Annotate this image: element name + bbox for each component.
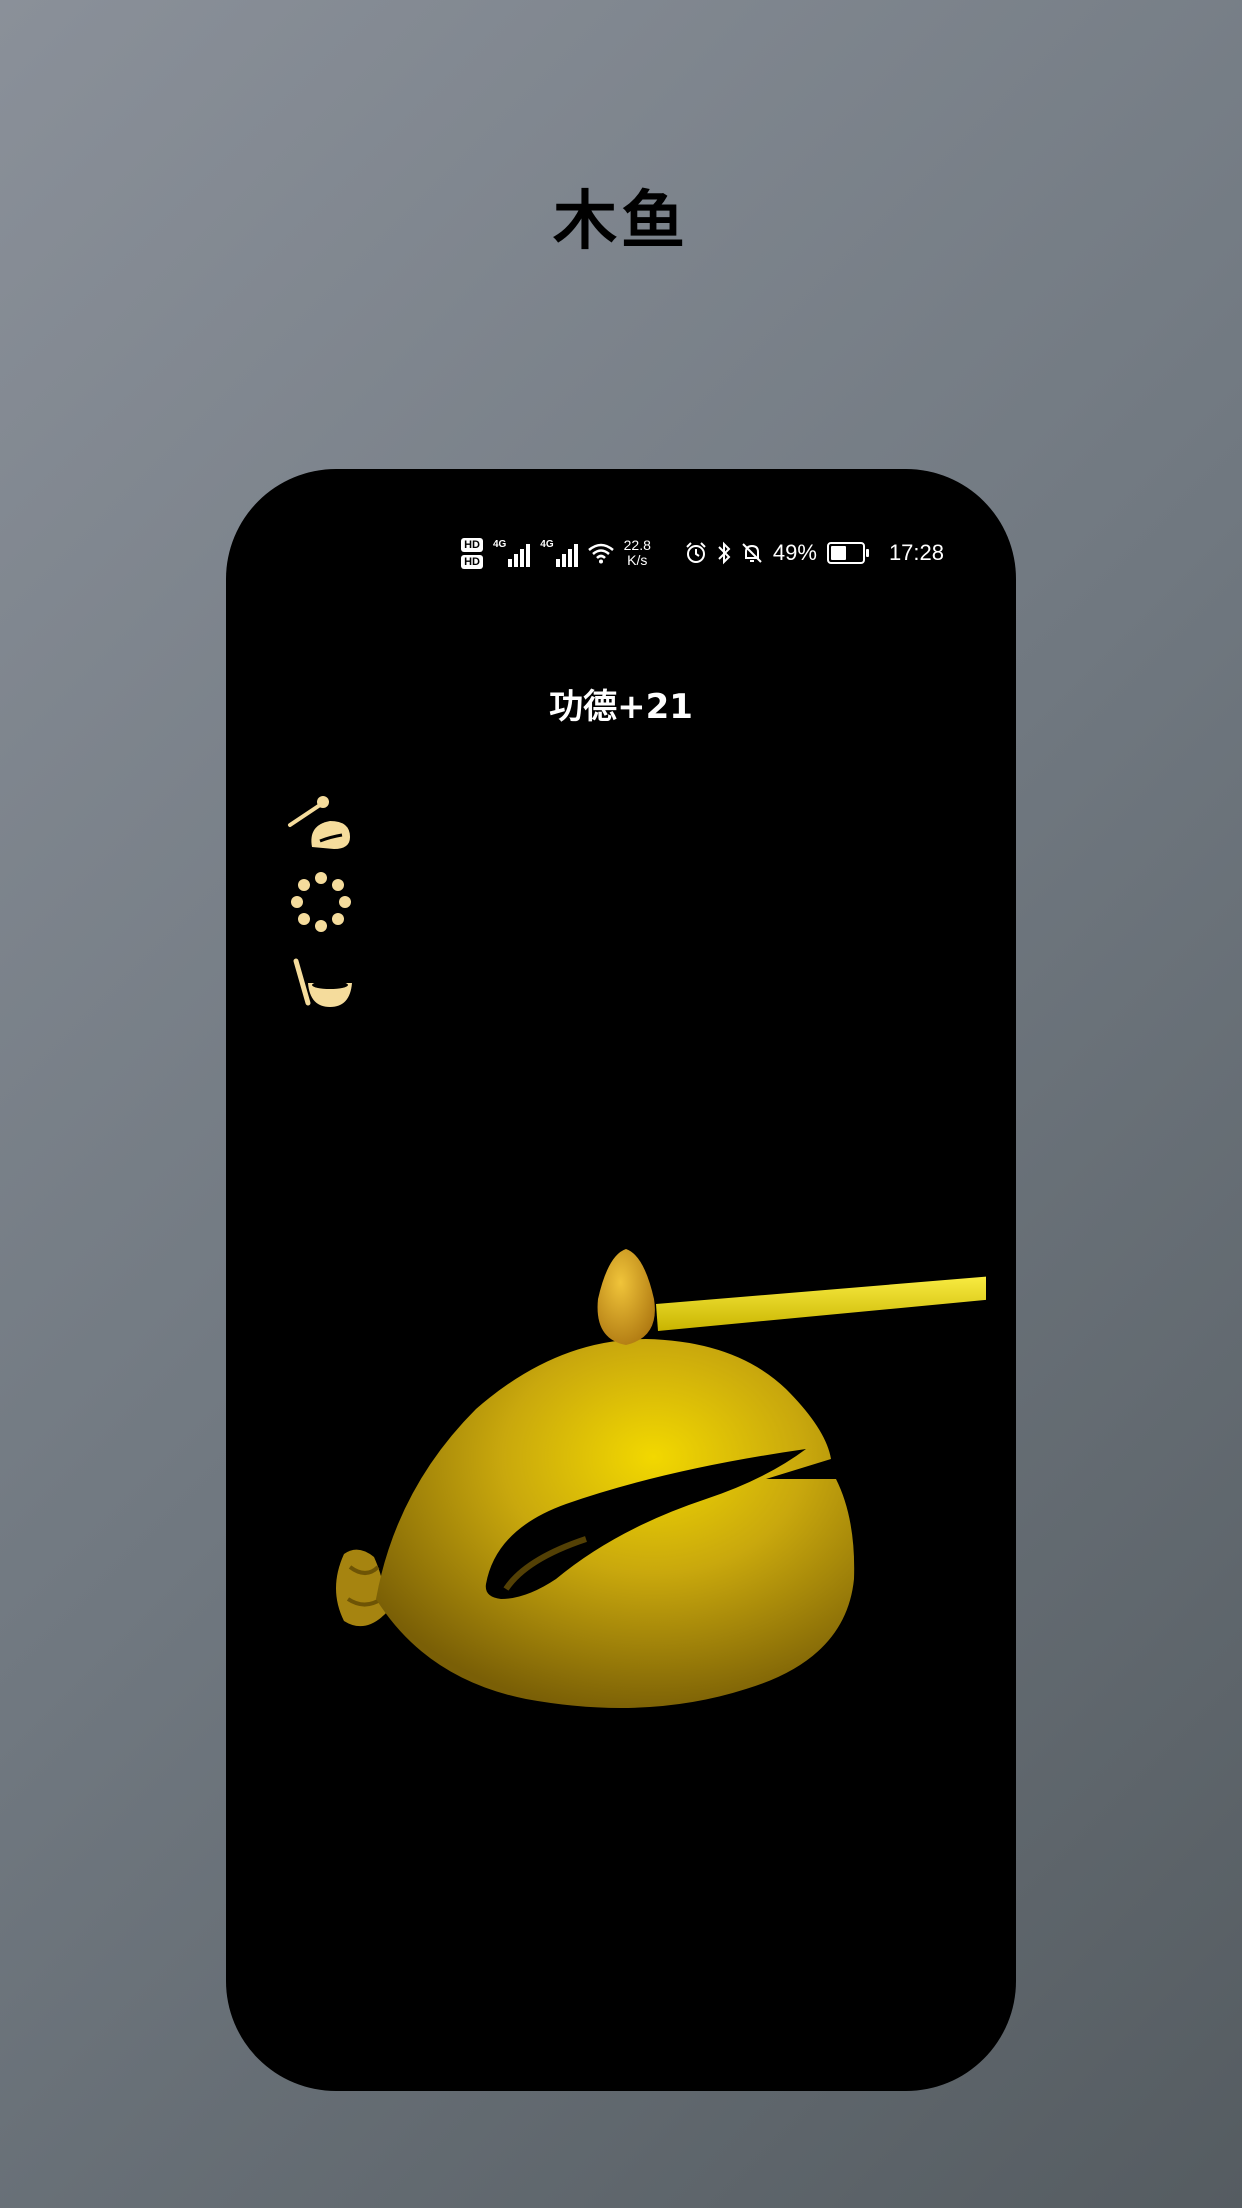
hd-icon: HD bbox=[461, 537, 483, 552]
singing-bowl-icon[interactable] bbox=[286, 945, 356, 1015]
wifi-icon bbox=[587, 543, 614, 564]
network-speed: 22.8 K/s bbox=[623, 537, 651, 568]
signal-icon: 4G bbox=[493, 539, 531, 567]
wooden-fish[interactable] bbox=[326, 1159, 1016, 1719]
battery-icon bbox=[826, 542, 869, 564]
merit-counter: 功德+21 bbox=[549, 687, 693, 727]
bluetooth-icon bbox=[718, 541, 731, 565]
mute-bell-icon bbox=[742, 543, 762, 563]
signal-icon: 4G bbox=[540, 539, 578, 567]
hd-icon: HD bbox=[461, 554, 483, 569]
hd-indicators: HD HD bbox=[461, 537, 483, 569]
alarm-icon bbox=[686, 542, 706, 563]
battery-percent: 49% bbox=[772, 540, 817, 565]
phone-screen: HD HD 4G 4G 22.8 K/s 49% 17:28 功德+21 bbox=[226, 469, 1016, 2091]
woodfish-mallet-icon[interactable] bbox=[286, 789, 356, 859]
clock: 17:28 bbox=[888, 540, 944, 565]
promo-title: 木鱼 bbox=[553, 185, 689, 259]
status-bar: HD HD 4G 4G 22.8 K/s 49% 17:28 bbox=[461, 531, 944, 575]
prayer-beads-icon[interactable] bbox=[286, 867, 356, 937]
